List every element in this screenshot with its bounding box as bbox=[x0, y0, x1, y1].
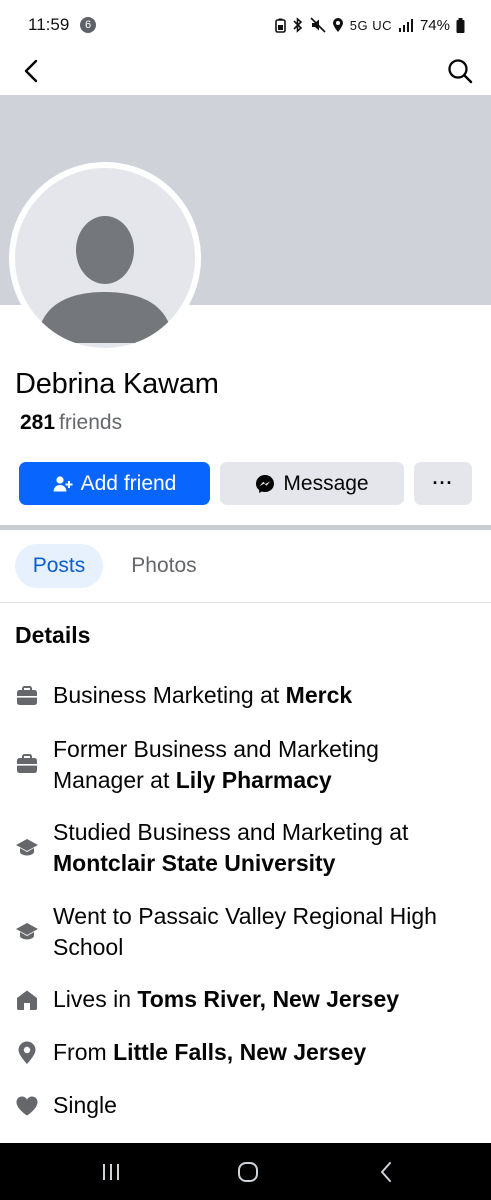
message-label: Message bbox=[283, 471, 369, 495]
heart-icon bbox=[16, 1096, 38, 1116]
recent-apps-icon bbox=[103, 1164, 119, 1180]
home-icon bbox=[17, 990, 37, 1010]
detail-prefix: From bbox=[53, 1039, 114, 1065]
recent-apps-button[interactable] bbox=[91, 1157, 131, 1187]
detail-text: Single bbox=[53, 1090, 473, 1121]
top-nav bbox=[0, 48, 491, 94]
detail-text: Went to Passaic Valley Regional High Sch… bbox=[53, 901, 473, 963]
battery-icon bbox=[456, 17, 465, 33]
briefcase-icon bbox=[17, 754, 37, 773]
detail-prefix: Business Marketing at bbox=[53, 682, 286, 708]
home-circle-icon bbox=[238, 1162, 258, 1182]
detail-entity-link[interactable]: Montclair State University bbox=[53, 850, 335, 876]
network-label: 5G UC bbox=[349, 17, 392, 33]
system-nav-bar bbox=[0, 1143, 491, 1200]
detail-entity-link[interactable]: Little Falls, New Jersey bbox=[113, 1039, 366, 1065]
location-pin-icon bbox=[18, 1041, 36, 1064]
status-icons: 5G UC 74% bbox=[274, 14, 465, 36]
search-button[interactable] bbox=[443, 54, 477, 88]
back-nav-button[interactable] bbox=[366, 1157, 406, 1187]
tab-photos[interactable]: Photos bbox=[113, 544, 215, 588]
location-icon bbox=[332, 18, 343, 32]
bluetooth-icon bbox=[293, 17, 302, 33]
profile-name: Debrina Kawam bbox=[15, 368, 219, 400]
divider bbox=[0, 602, 491, 603]
chevron-left-icon bbox=[24, 59, 38, 83]
details-heading: Details bbox=[15, 622, 91, 648]
more-icon: ··· bbox=[432, 473, 454, 493]
profile-tabs: Posts Photos bbox=[0, 544, 491, 590]
message-button[interactable]: Message bbox=[220, 462, 404, 505]
detail-prefix: Single bbox=[53, 1092, 117, 1118]
add-person-icon bbox=[53, 475, 73, 491]
messenger-icon bbox=[256, 474, 275, 493]
mute-icon bbox=[310, 17, 326, 33]
graduation-cap-icon bbox=[16, 923, 38, 940]
detail-text: Lives in Toms River, New Jersey bbox=[53, 984, 473, 1015]
friends-count-link[interactable]: 281 friends bbox=[20, 411, 122, 435]
back-button[interactable] bbox=[14, 54, 48, 88]
friends-label: friends bbox=[59, 411, 123, 434]
detail-text: Business Marketing at Merck bbox=[53, 680, 473, 711]
detail-text: Former Business and Marketing Manager at… bbox=[53, 734, 473, 796]
detail-prefix: Studied Business and Marketing at bbox=[53, 819, 409, 845]
add-friend-button[interactable]: Add friend bbox=[19, 462, 210, 505]
notification-count-badge: 6 bbox=[80, 17, 96, 33]
avatar bbox=[15, 168, 195, 348]
detail-text: From Little Falls, New Jersey bbox=[53, 1037, 473, 1068]
signal-icon bbox=[398, 19, 413, 32]
detail-entity-link[interactable]: Toms River, New Jersey bbox=[137, 986, 399, 1012]
search-icon bbox=[448, 59, 473, 84]
detail-entity-link[interactable]: Merck bbox=[286, 682, 352, 708]
friends-count: 281 bbox=[20, 411, 56, 434]
graduation-cap-icon bbox=[16, 839, 38, 856]
default-avatar-icon bbox=[37, 216, 173, 343]
detail-entity-link[interactable]: Lily Pharmacy bbox=[176, 767, 332, 793]
status-bar: 11:59 6 5G UC 74% bbox=[0, 0, 491, 48]
section-divider bbox=[0, 525, 491, 530]
status-time: 11:59 bbox=[28, 15, 70, 34]
more-options-button[interactable]: ··· bbox=[414, 462, 472, 505]
battery-saver-icon bbox=[274, 18, 286, 33]
home-button[interactable] bbox=[228, 1157, 268, 1187]
tab-posts[interactable]: Posts bbox=[15, 544, 103, 588]
briefcase-icon bbox=[17, 686, 37, 705]
detail-prefix: Lives in bbox=[53, 986, 138, 1012]
detail-prefix: Went to Passaic Valley Regional High Sch… bbox=[53, 903, 437, 960]
add-friend-label: Add friend bbox=[80, 471, 177, 495]
detail-text: Studied Business and Marketing at Montcl… bbox=[53, 817, 473, 879]
battery-percent: 74% bbox=[419, 16, 450, 34]
profile-picture[interactable] bbox=[9, 162, 201, 354]
back-arrow-icon bbox=[381, 1162, 391, 1182]
